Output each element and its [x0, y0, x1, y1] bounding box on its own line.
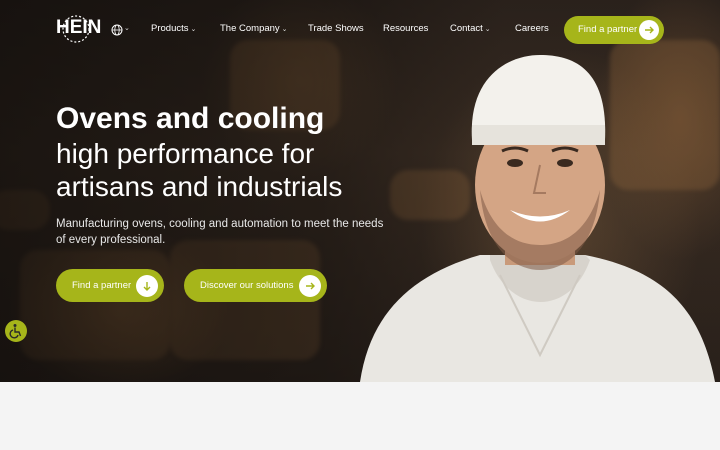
below-fold-section: [0, 382, 720, 450]
nav-item-trade-shows[interactable]: Trade Shows: [308, 23, 364, 34]
find-partner-nav-button[interactable]: Find a partner: [564, 16, 664, 44]
wheelchair-icon: [9, 324, 22, 339]
arrow-down-icon: [136, 275, 158, 297]
nav-item-resources[interactable]: Resources: [383, 23, 428, 34]
accessibility-button[interactable]: [5, 320, 27, 342]
chevron-down-icon: ⌄: [484, 26, 491, 33]
hero-subtitle: Manufacturing ovens, cooling and automat…: [56, 218, 384, 246]
globe-icon[interactable]: [111, 24, 123, 36]
nav-item-contact[interactable]: Contact ⌄: [450, 23, 491, 34]
top-navigation: HEIN ⌄ Products ⌄ The Company ⌄ Trade Show…: [0, 14, 720, 46]
hero-section: HEIN ⌄ Products ⌄ The Company ⌄ Trade Show…: [0, 0, 720, 382]
hero-title-line-3: artisans and industrials: [56, 171, 343, 202]
chef-photo: [360, 55, 715, 382]
arrow-right-icon: [299, 275, 321, 297]
brand-logo[interactable]: HEIN: [56, 17, 101, 39]
nav-item-the-company[interactable]: The Company ⌄: [220, 23, 288, 34]
hero-title: Ovens and cooling: [56, 102, 325, 135]
nav-item-careers[interactable]: Careers: [515, 23, 549, 34]
arrow-right-icon: [639, 20, 659, 40]
hero-title-line-2: high performance for: [56, 138, 315, 169]
find-partner-button[interactable]: Find a partner: [56, 269, 164, 302]
chevron-down-icon: ⌄: [124, 24, 130, 32]
nav-item-products[interactable]: Products ⌄: [151, 23, 196, 34]
chevron-down-icon: ⌄: [190, 26, 197, 33]
chevron-down-icon: ⌄: [281, 26, 288, 33]
discover-solutions-button[interactable]: Discover our solutions: [184, 269, 327, 302]
